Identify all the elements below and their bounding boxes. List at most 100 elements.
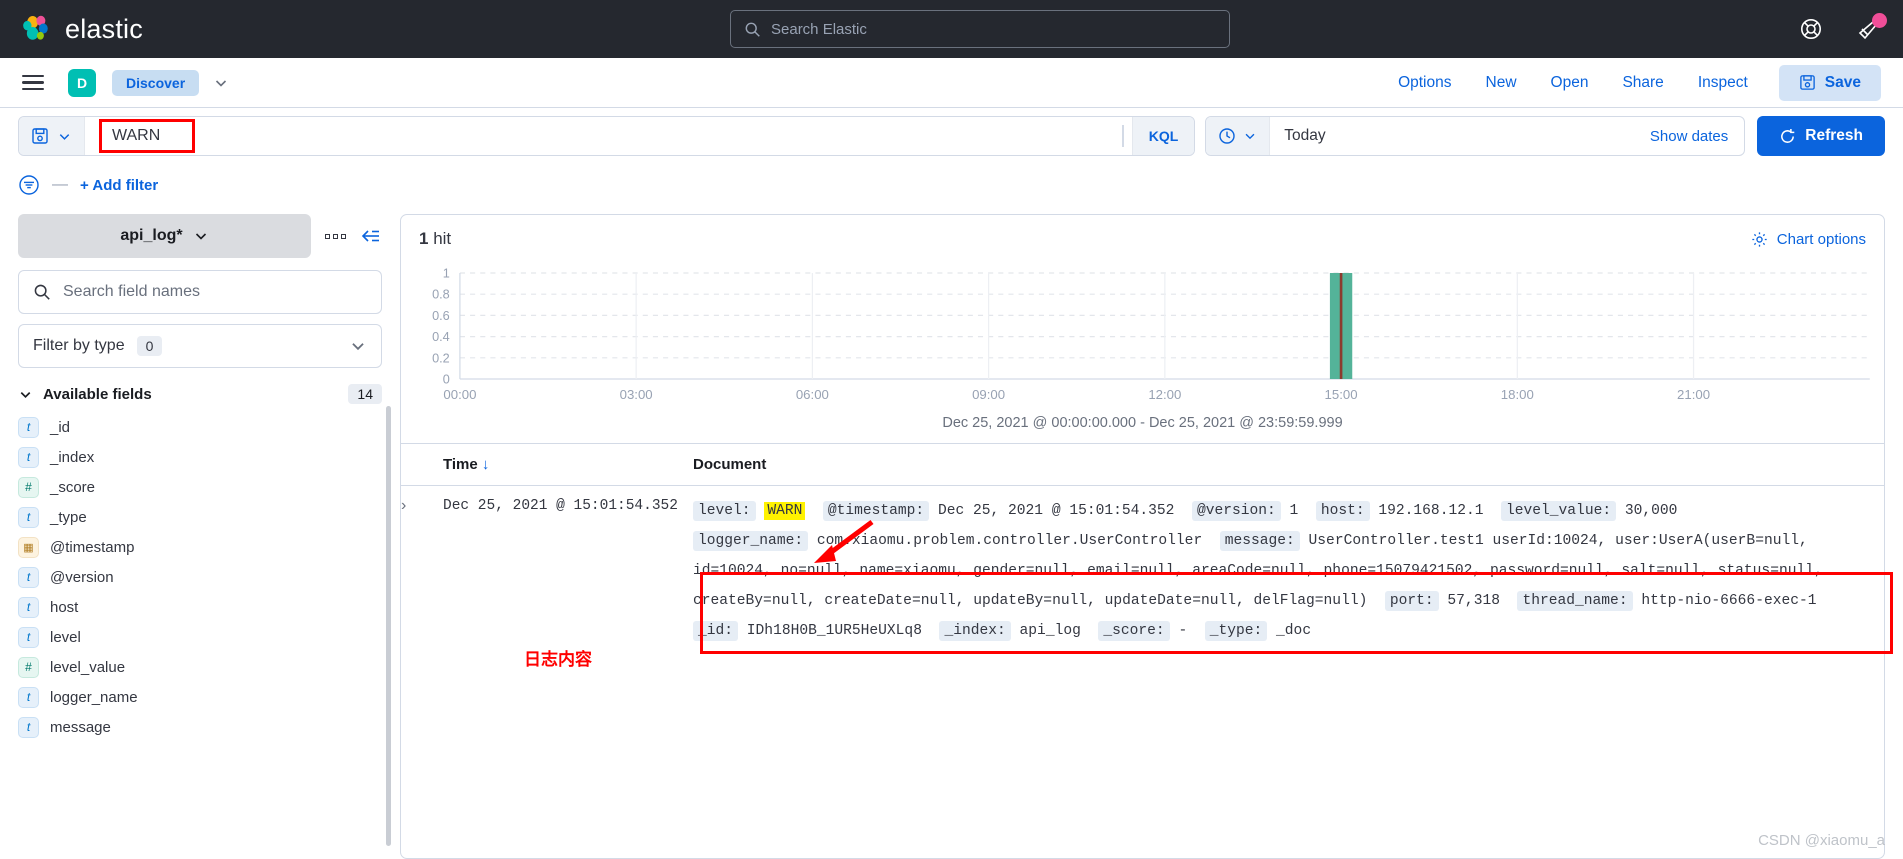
breadcrumb-discover[interactable]: Discover xyxy=(112,69,200,96)
save-button-label: Save xyxy=(1824,73,1861,91)
index-pattern-selector[interactable]: api_log* xyxy=(18,214,311,258)
query-language-button[interactable]: KQL xyxy=(1131,117,1195,155)
field-item[interactable]: t host xyxy=(18,592,382,622)
doc-field-key: message: xyxy=(1219,531,1300,551)
annotation-label-log-content: 日志内容 xyxy=(524,650,592,669)
doc-field-value: 192.168.12.1 xyxy=(1378,503,1484,519)
doc-field-key: _type: xyxy=(1204,621,1268,641)
refresh-button[interactable]: Refresh xyxy=(1757,116,1885,156)
doc-field-value: _doc xyxy=(1276,623,1312,639)
doc-field-value-highlight: WARN xyxy=(764,502,806,520)
elastic-logo-icon xyxy=(22,14,53,45)
share-button[interactable]: Share xyxy=(1605,68,1680,98)
document-column-header: Document xyxy=(693,456,767,473)
filter-settings-icon[interactable] xyxy=(18,174,40,196)
field-item[interactable]: # _score xyxy=(18,472,382,502)
row-document-cell: level: WARN @timestamp: Dec 25, 2021 @ 1… xyxy=(693,496,1884,646)
app-badge: D xyxy=(68,68,96,97)
date-range-value[interactable]: Today xyxy=(1270,127,1650,145)
add-filter-button[interactable]: + Add filter xyxy=(80,177,158,194)
query-input[interactable]: WARN xyxy=(85,117,1122,155)
doc-line-port-thread: createBy=null, createDate=null, updateBy… xyxy=(693,586,1864,616)
field-item[interactable]: t _type xyxy=(18,502,382,532)
doc-field-key: _id: xyxy=(693,621,739,641)
saved-query-button[interactable] xyxy=(19,117,85,155)
doc-field-value: 30,000 xyxy=(1624,503,1678,519)
chart-time-range-caption: Dec 25, 2021 @ 00:00:00.000 - Dec 25, 20… xyxy=(942,415,1343,431)
field-item[interactable]: ▦ @timestamp xyxy=(18,532,382,562)
doc-field-value: - xyxy=(1178,623,1188,639)
field-name: @timestamp xyxy=(50,538,135,556)
watermark: CSDN @xiaomu_a xyxy=(1758,832,1885,849)
table-row: › Dec 25, 2021 @ 15:01:54.352 level: WAR… xyxy=(401,486,1884,646)
index-pattern-row: api_log* xyxy=(18,214,382,258)
chevron-down-icon xyxy=(1243,129,1257,143)
elastic-logo-link[interactable]: elastic xyxy=(22,14,143,45)
query-input-highlight-box: WARN xyxy=(99,119,195,153)
show-dates-button[interactable]: Show dates xyxy=(1650,128,1744,145)
hits-counter: 1 hit xyxy=(419,229,451,249)
available-fields-count: 14 xyxy=(348,384,382,404)
field-type-icon: t xyxy=(18,686,39,708)
global-search-input[interactable]: Search Elastic xyxy=(730,10,1230,48)
chart-options-button[interactable]: Chart options xyxy=(1751,231,1866,248)
svg-text:1: 1 xyxy=(443,267,450,281)
doc-line-summary: level: WARN @timestamp: Dec 25, 2021 @ 1… xyxy=(693,496,1864,526)
doc-field-key: _score: xyxy=(1098,621,1170,641)
field-item[interactable]: t @version xyxy=(18,562,382,592)
new-button[interactable]: New xyxy=(1469,68,1534,98)
documents-table: Time ↓ Document › Dec 25, 2021 @ 15:01:5… xyxy=(401,443,1884,646)
field-item[interactable]: t level xyxy=(18,622,382,652)
hits-label: hit xyxy=(433,229,452,248)
field-type-icon: t xyxy=(18,716,39,738)
field-name: @version xyxy=(50,568,114,586)
main-area: api_log* Search field names Filter by ty… xyxy=(0,206,1903,859)
doc-field-value: com.xiaomu.problem.controller.UserContro… xyxy=(816,533,1203,549)
doc-line-logger-message: logger_name: com.xiaomu.problem.controll… xyxy=(693,526,1864,556)
index-pattern-options-icon[interactable] xyxy=(325,233,346,239)
doc-field-key: @version: xyxy=(1191,501,1281,521)
global-header: elastic Search Elastic xyxy=(0,0,1903,58)
field-item[interactable]: t logger_name xyxy=(18,682,382,712)
svg-text:0.8: 0.8 xyxy=(432,288,450,302)
date-quick-select-button[interactable] xyxy=(1206,117,1271,155)
row-time-value: Dec 25, 2021 @ 15:01:54.352 xyxy=(443,498,678,514)
field-item[interactable]: t message xyxy=(18,712,382,742)
filter-by-type-count: 0 xyxy=(136,336,163,356)
doc-field-value: createBy=null, createDate=null, updateBy… xyxy=(693,593,1368,609)
inspect-button[interactable]: Inspect xyxy=(1681,68,1765,98)
gear-icon xyxy=(1751,231,1768,248)
field-item[interactable]: # level_value xyxy=(18,652,382,682)
hamburger-menu-icon[interactable] xyxy=(22,74,44,91)
doc-field-key: level: xyxy=(693,501,756,521)
save-button[interactable]: Save xyxy=(1778,64,1881,101)
time-column-header[interactable]: Time ↓ xyxy=(443,456,693,473)
available-fields-header[interactable]: Available fields 14 xyxy=(18,384,382,404)
field-name: _type xyxy=(50,508,87,526)
expand-row-icon[interactable]: › xyxy=(401,496,443,646)
open-button[interactable]: Open xyxy=(1534,68,1606,98)
field-item[interactable]: t _index xyxy=(18,442,382,472)
filter-bar: — + Add filter xyxy=(0,164,1903,206)
results-panel: 1 hit Chart options 0 0.2 0.4 0.6 0.8 1 … xyxy=(400,214,1885,859)
help-lifebuoy-icon[interactable] xyxy=(1799,17,1823,41)
svg-text:18:00: 18:00 xyxy=(1501,387,1534,402)
chevron-down-icon[interactable] xyxy=(213,75,229,91)
refresh-button-label: Refresh xyxy=(1805,127,1863,144)
options-button[interactable]: Options xyxy=(1381,68,1468,98)
field-type-icon: t xyxy=(18,506,39,528)
chart-options-label: Chart options xyxy=(1776,230,1866,248)
field-item[interactable]: t _id xyxy=(18,412,382,442)
doc-field-value: Dec 25, 2021 @ 15:01:54.352 xyxy=(937,503,1175,519)
sidebar-scrollbar[interactable] xyxy=(386,406,391,846)
field-name: message xyxy=(50,718,111,736)
svg-text:12:00: 12:00 xyxy=(1148,387,1181,402)
collapse-sidebar-icon[interactable] xyxy=(360,227,382,245)
field-type-icon: # xyxy=(18,476,39,498)
filter-by-type-button[interactable]: Filter by type 0 xyxy=(18,324,382,368)
histogram-chart[interactable]: 0 0.2 0.4 0.6 0.8 1 00:00 03:00 06:00 09:00 12:00 1… xyxy=(401,259,1884,409)
doc-field-value: api_log xyxy=(1019,623,1081,639)
chevron-down-icon xyxy=(193,228,209,244)
news-megaphone-icon[interactable] xyxy=(1857,13,1887,41)
field-search-input[interactable]: Search field names xyxy=(18,270,382,314)
